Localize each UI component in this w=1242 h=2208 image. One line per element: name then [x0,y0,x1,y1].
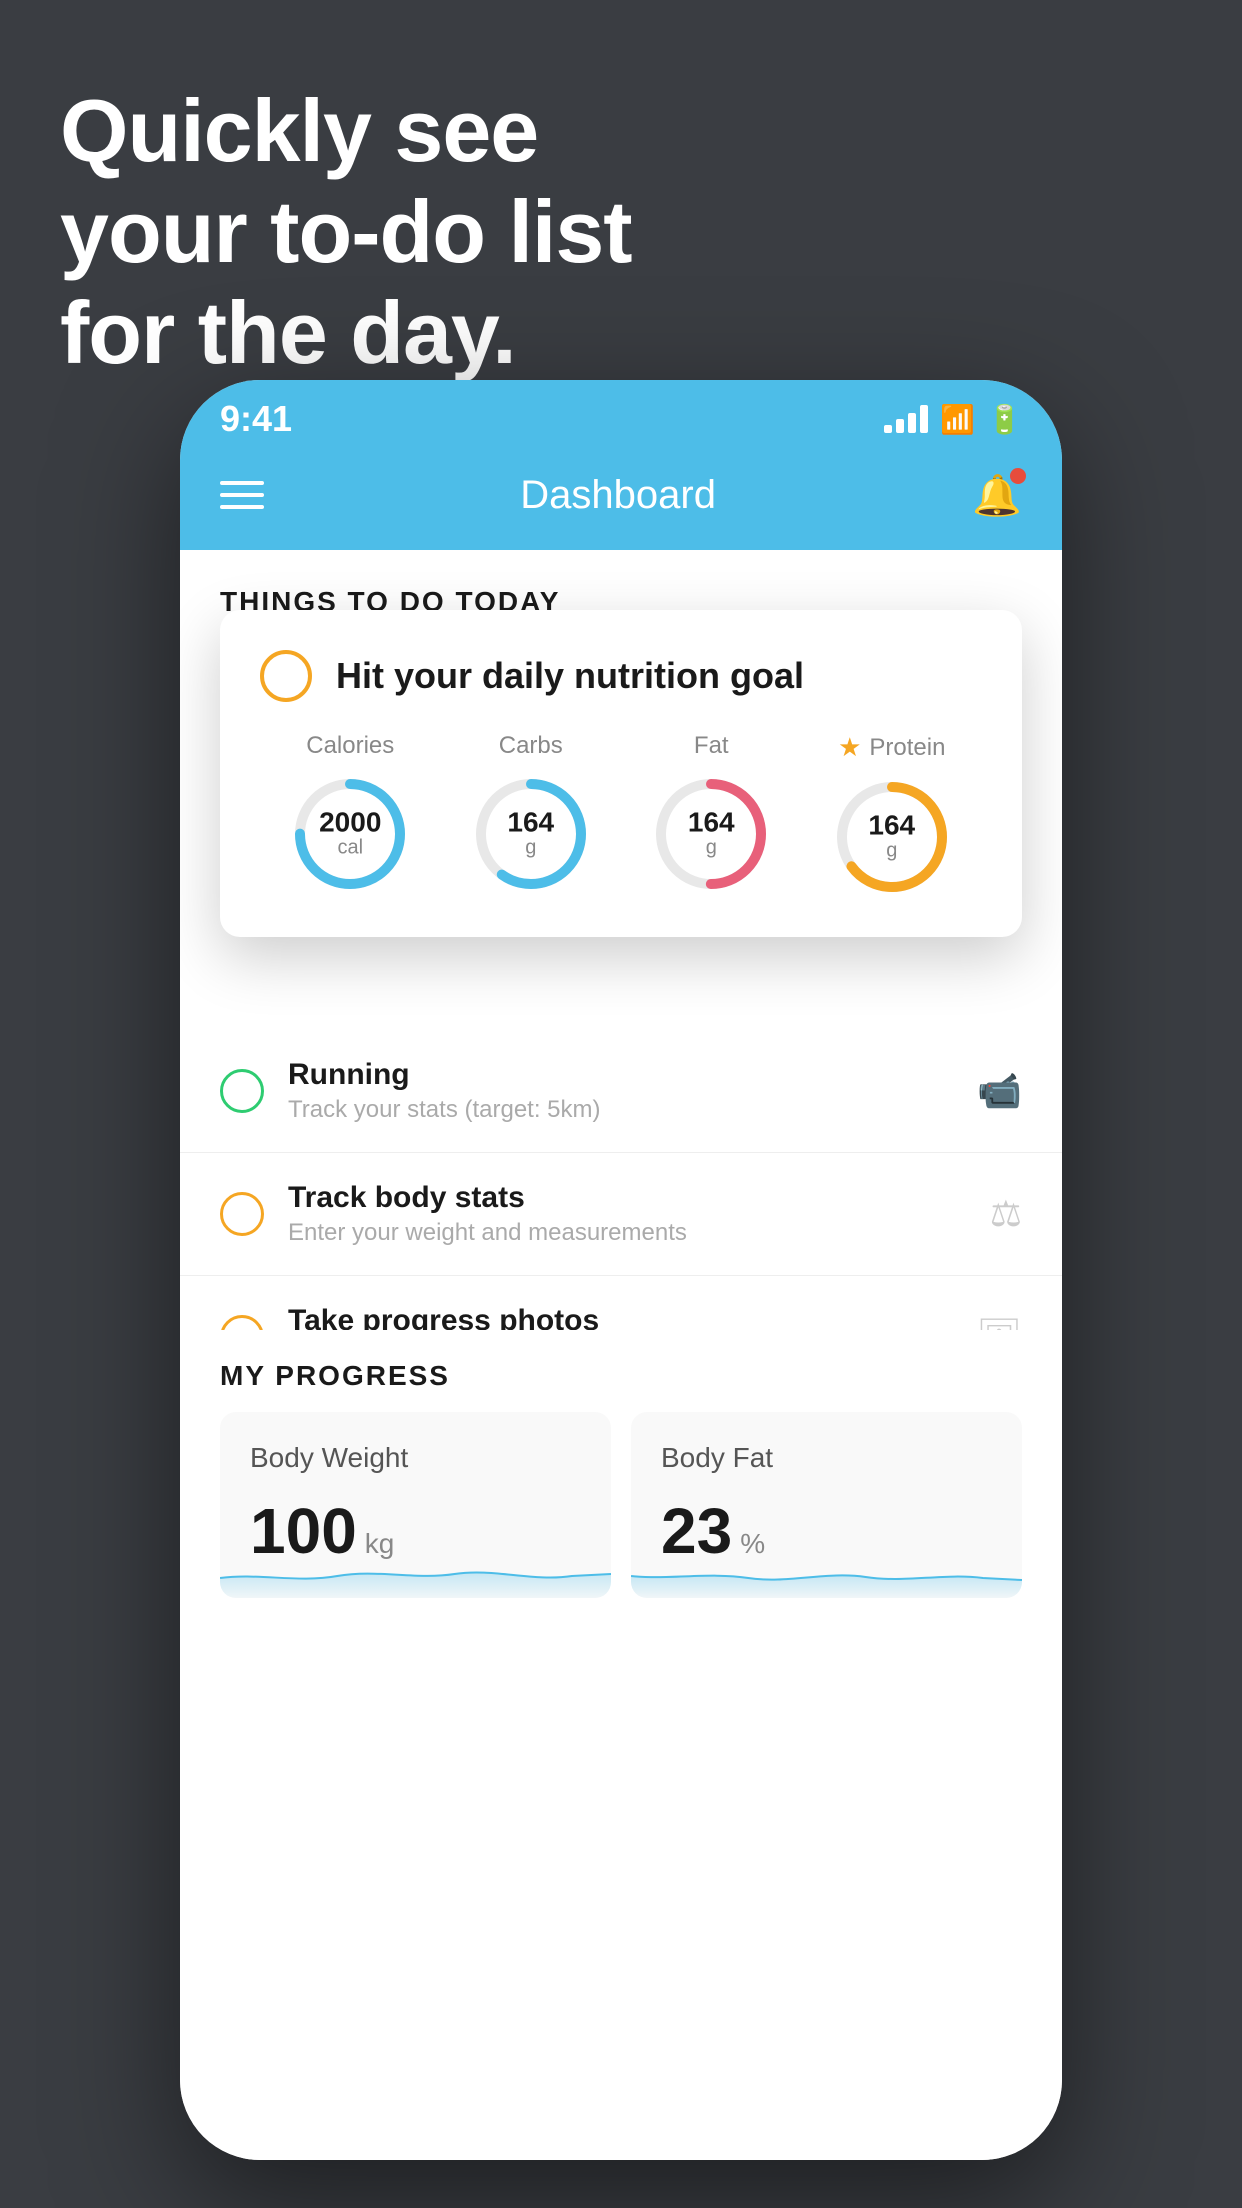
body-fat-title: Body Fat [661,1442,992,1474]
app-header: Dashboard 🔔 [180,450,1062,550]
progress-cards: Body Weight 100 kg [180,1412,1062,1628]
battery-icon: 🔋 [987,403,1022,436]
nutrition-calories: Calories 2000 cal [290,732,410,894]
wifi-icon: 📶 [940,403,975,436]
progress-heading: MY PROGRESS [180,1330,1062,1412]
calories-value: 2000 [319,809,381,837]
nutrition-row: Calories 2000 cal Carbs [260,732,982,897]
body-weight-card[interactable]: Body Weight 100 kg [220,1412,611,1598]
todo-subtitle-body-stats: Enter your weight and measurements [288,1219,966,1247]
check-circle[interactable] [260,650,312,702]
body-fat-card[interactable]: Body Fat 23 % [631,1412,1022,1598]
status-time: 9:41 [220,398,292,440]
carbs-donut: 164 g [471,774,591,894]
card-title: Hit your daily nutrition goal [336,655,804,697]
todo-title-body-stats: Track body stats [288,1181,966,1215]
carbs-value: 164 [507,809,554,837]
nutrition-carbs: Carbs 164 g [471,732,591,894]
body-weight-chart [220,1538,611,1598]
card-header: Hit your daily nutrition goal [260,650,982,702]
carbs-label: Carbs [499,732,563,760]
signal-icon [884,405,928,433]
headline-line2: your to-do list [60,181,632,282]
todo-text-running: Running Track your stats (target: 5km) [288,1058,953,1124]
running-icon: 📹 [977,1070,1022,1112]
carbs-unit: g [507,837,554,860]
body-weight-title: Body Weight [250,1442,581,1474]
calories-donut: 2000 cal [290,774,410,894]
content-area: THINGS TO DO TODAY Hit your daily nutrit… [180,550,1062,2160]
calories-unit: cal [319,837,381,860]
protein-value: 164 [868,812,915,840]
headline: Quickly see your to-do list for the day. [60,80,632,384]
fat-value: 164 [688,809,735,837]
headline-line1: Quickly see [60,80,632,181]
protein-unit: g [868,840,915,863]
fat-label: Fat [694,732,729,760]
notification-dot [1010,468,1026,484]
calories-label: Calories [306,732,394,760]
nutrition-card: Hit your daily nutrition goal Calories 2… [220,610,1022,937]
todo-circle-body-stats [220,1192,264,1236]
scale-icon: ⚖ [990,1193,1022,1235]
hamburger-menu[interactable] [220,481,264,509]
fat-unit: g [688,837,735,860]
todo-subtitle-running: Track your stats (target: 5km) [288,1096,953,1124]
fat-donut: 164 g [651,774,771,894]
nutrition-protein: ★ Protein 164 g [832,732,952,897]
protein-donut: 164 g [832,777,952,897]
todo-item-running[interactable]: Running Track your stats (target: 5km) 📹 [180,1030,1062,1153]
todo-title-running: Running [288,1058,953,1092]
body-fat-chart [631,1538,1022,1598]
phone-mockup: 9:41 📶 🔋 Dashboard 🔔 THINGS TO DO TODAY [180,380,1062,2160]
bell-icon[interactable]: 🔔 [972,472,1022,519]
protein-label: ★ Protein [838,732,945,763]
todo-text-body-stats: Track body stats Enter your weight and m… [288,1181,966,1247]
todo-item-body-stats[interactable]: Track body stats Enter your weight and m… [180,1153,1062,1276]
headline-line3: for the day. [60,282,632,383]
header-title: Dashboard [520,473,716,518]
progress-section: MY PROGRESS Body Weight 100 kg [180,1330,1062,1628]
status-icons: 📶 🔋 [884,403,1022,436]
todo-circle-running [220,1069,264,1113]
star-icon: ★ [838,732,861,763]
nutrition-fat: Fat 164 g [651,732,771,894]
status-bar: 9:41 📶 🔋 [180,380,1062,450]
